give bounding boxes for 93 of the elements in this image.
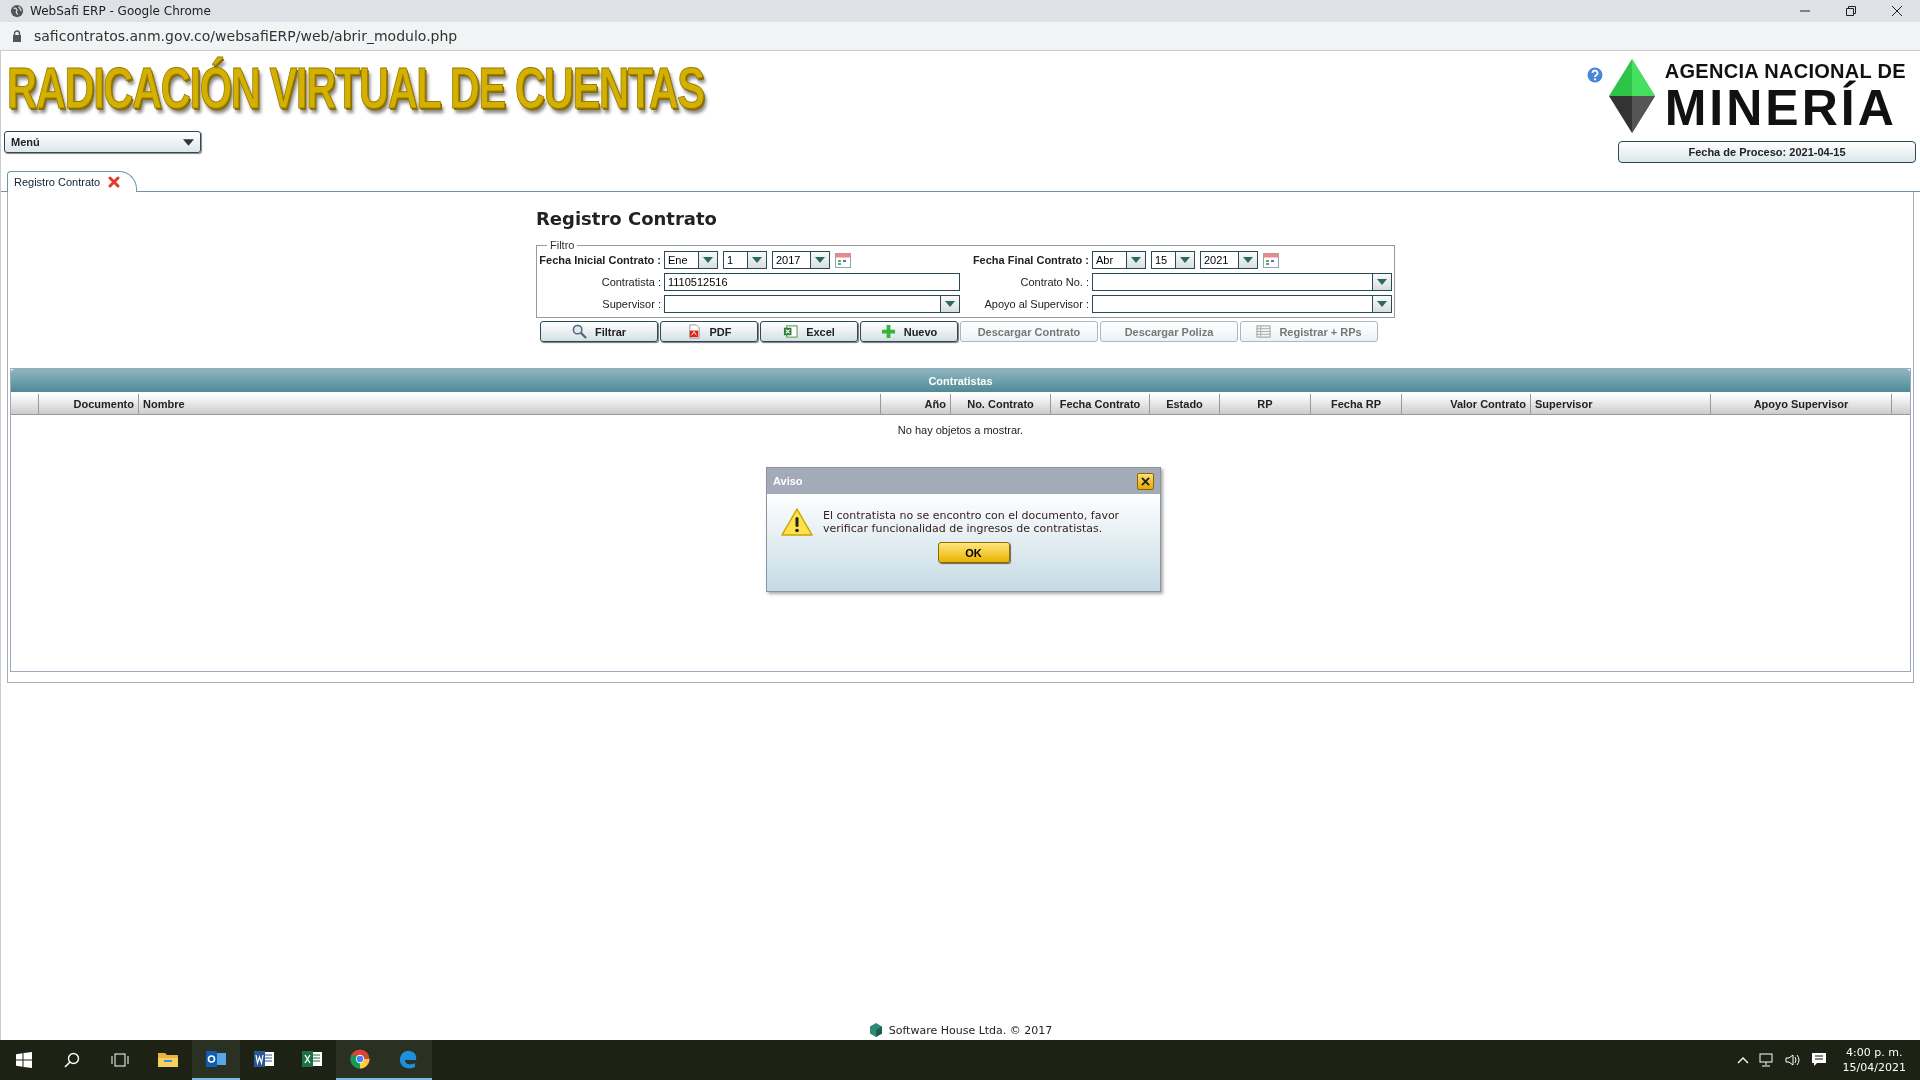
minimize-icon: [1800, 10, 1810, 12]
column-header[interactable]: RP: [1220, 394, 1311, 414]
diamond-logo-icon: [1608, 59, 1655, 133]
table-title-bar: Contratistas: [11, 369, 1910, 392]
network-icon[interactable]: [1758, 1053, 1775, 1067]
caret-icon: [1377, 301, 1387, 307]
close-tab-icon[interactable]: [108, 176, 121, 188]
column-header[interactable]: Valor Contrato: [1402, 394, 1531, 414]
field-label: Contrato No. :: [1019, 276, 1089, 288]
field-label: Supervisor :: [601, 298, 661, 310]
column-header[interactable]: Documento: [39, 394, 139, 414]
document-app-icon: [254, 1050, 274, 1068]
clock-time[interactable]: 4:00 p. m.: [1846, 1045, 1903, 1060]
warning-icon: [781, 508, 813, 536]
caret-icon: [1131, 257, 1141, 263]
mail-app-icon: [206, 1050, 226, 1068]
field-label: Apoyo al Supervisor :: [983, 298, 1089, 310]
plus-icon: [880, 324, 896, 339]
action-button[interactable]: Nuevo: [860, 321, 958, 342]
dialog-message: El contratista no se encontro con el documento, favor verificar funcionalidad de ingresos de contratistas.: [823, 509, 1121, 535]
footer-copyright: Software House Ltda. © 2017: [888, 1023, 1053, 1037]
search-icon: [64, 1052, 80, 1068]
column-header[interactable]: Fecha Contrato: [1051, 394, 1150, 414]
browser-e-icon: [398, 1049, 418, 1069]
caret-icon: [1377, 279, 1387, 285]
column-header[interactable]: Nombre: [139, 394, 881, 414]
browser-icon: [350, 1049, 370, 1069]
column-header[interactable]: No. Contrato: [951, 394, 1051, 414]
ok-button[interactable]: OK: [937, 542, 1010, 563]
taskbar-app-button[interactable]: [336, 1040, 384, 1080]
column-header[interactable]: Año: [881, 394, 951, 414]
field-label: Fecha Final Contrato :: [971, 254, 1089, 266]
window-title: WebSafi ERP - Google Chrome: [30, 4, 211, 18]
help-icon[interactable]: [1586, 67, 1603, 83]
day-select[interactable]: 1: [723, 251, 767, 269]
empty-message: No hay objetos a mostrar.: [897, 424, 1024, 436]
caret-icon: [703, 257, 713, 263]
globe-icon: [10, 4, 24, 18]
caret-icon: [1243, 257, 1253, 263]
form-title: Registro Contrato: [536, 208, 718, 229]
cube-icon: [868, 1023, 883, 1037]
field-label: Contratista :: [600, 276, 661, 288]
column-header[interactable]: Supervisor: [1531, 394, 1711, 414]
column-header[interactable]: Apoyo Supervisor: [1711, 394, 1892, 414]
caret-icon: [1180, 257, 1190, 263]
action-button[interactable]: Excel: [760, 321, 858, 342]
lock-icon: [12, 30, 22, 42]
support-supervisor-select[interactable]: [1092, 295, 1392, 313]
restore-icon: [1846, 6, 1856, 16]
supervisor-select[interactable]: [664, 295, 960, 313]
month-select[interactable]: Abr: [1092, 251, 1146, 269]
banner-title: RADICACIÓN VIRTUAL DE CUENTAS: [7, 57, 704, 119]
spreadsheet-icon: [783, 324, 799, 339]
close-icon: [1141, 476, 1150, 486]
taskbar-app-button[interactable]: [384, 1040, 432, 1080]
menu-dropdown[interactable]: Menú: [4, 131, 201, 153]
caret-icon: [752, 257, 762, 263]
clock-date[interactable]: 15/04/2021: [1842, 1060, 1906, 1075]
month-select[interactable]: Ene: [664, 251, 718, 269]
field-label: Fecha Inicial Contrato :: [539, 254, 661, 266]
pdf-file-icon: [686, 324, 702, 339]
year-select[interactable]: 2021: [1200, 251, 1258, 269]
module-tab[interactable]: Registro Contrato: [7, 171, 138, 192]
contratista-field[interactable]: 1110512516: [664, 273, 960, 291]
close-button[interactable]: [1137, 472, 1154, 490]
agency-name-large: MINERÍA: [1664, 82, 1898, 133]
address-url[interactable]: saficontratos.anm.gov.co/websafiERP/web/abrir_modulo.php: [34, 28, 458, 44]
caret-icon: [815, 257, 825, 263]
day-select[interactable]: 15: [1151, 251, 1195, 269]
table-icon: [1256, 324, 1272, 339]
column-header[interactable]: Fecha RP: [1311, 394, 1402, 414]
search-icon: [571, 324, 587, 339]
dialog-title: Aviso: [773, 475, 803, 487]
folder-icon: [158, 1051, 178, 1067]
contract-number-select[interactable]: [1092, 273, 1392, 291]
action-button[interactable]: Filtrar: [540, 321, 658, 342]
column-header[interactable]: Estado: [1150, 394, 1220, 414]
filter-legend: Filtro: [547, 239, 578, 251]
spreadsheet-app-icon: [302, 1050, 322, 1068]
taskbar-app-button[interactable]: [192, 1040, 240, 1080]
caret-icon: [945, 301, 955, 307]
process-date: Fecha de Proceso: 2021-04-15: [1618, 141, 1916, 163]
year-select[interactable]: 2017: [772, 251, 830, 269]
calendar-icon[interactable]: [835, 252, 851, 268]
volume-icon[interactable]: [1784, 1053, 1801, 1067]
close-icon: [1892, 6, 1902, 16]
chevron-up-icon[interactable]: [1736, 1056, 1749, 1064]
caret-icon: [183, 138, 194, 146]
calendar-icon[interactable]: [1263, 252, 1279, 268]
action-button[interactable]: PDF: [660, 321, 758, 342]
task-view-icon: [111, 1053, 129, 1067]
windows-logo-icon: [16, 1052, 32, 1068]
notification-icon[interactable]: [1810, 1052, 1827, 1068]
